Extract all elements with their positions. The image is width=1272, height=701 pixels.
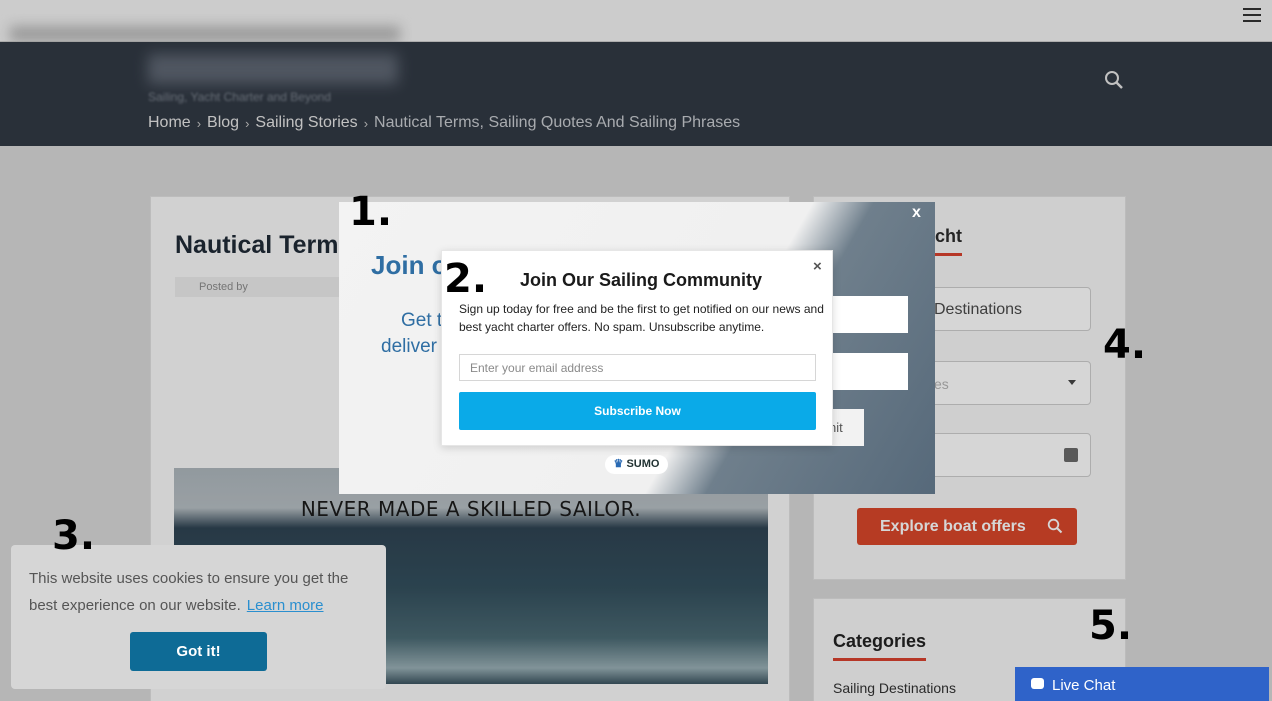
step-number-4: 4.	[1103, 322, 1147, 368]
chat-bubble-icon	[1031, 678, 1044, 689]
popup-bg-title: Join o	[371, 250, 448, 280]
email-input[interactable]	[459, 354, 816, 381]
subscribe-now-button[interactable]: Subscribe Now	[459, 392, 816, 430]
step-number-3: 3.	[52, 513, 96, 559]
cookie-message: This website uses cookies to ensure you …	[29, 565, 374, 619]
modal-description: Sign up today for free and be the first …	[459, 302, 824, 334]
live-chat-button[interactable]: Live Chat	[1015, 667, 1269, 701]
step-number-1: 1.	[349, 189, 393, 235]
subscribe-modal: × Join Our Sailing Community Sign up tod…	[441, 250, 833, 446]
popup-bg-field[interactable]	[830, 353, 908, 390]
sumo-label: SUMO	[626, 458, 660, 470]
got-it-button[interactable]: Got it!	[130, 632, 267, 671]
popup-bg-field[interactable]	[830, 296, 908, 333]
learn-more-link[interactable]: Learn more	[247, 597, 324, 614]
modal-title: Join Our Sailing Community	[519, 270, 762, 290]
sumo-badge[interactable]: ♛ SUMO	[605, 455, 668, 474]
cookie-banner: This website uses cookies to ensure you …	[11, 545, 386, 689]
close-icon[interactable]: x	[912, 204, 921, 222]
live-chat-label: Live Chat	[1052, 677, 1116, 694]
crown-icon: ♛	[613, 458, 624, 470]
popup-bg-subtitle: Get t deliver	[381, 308, 442, 360]
popup-bg-subtitle-line1: Get t	[401, 310, 443, 331]
popup-bg-subtitle-line2: deliver	[381, 336, 437, 357]
step-number-2: 2.	[444, 256, 488, 302]
step-number-5: 5.	[1089, 603, 1133, 649]
